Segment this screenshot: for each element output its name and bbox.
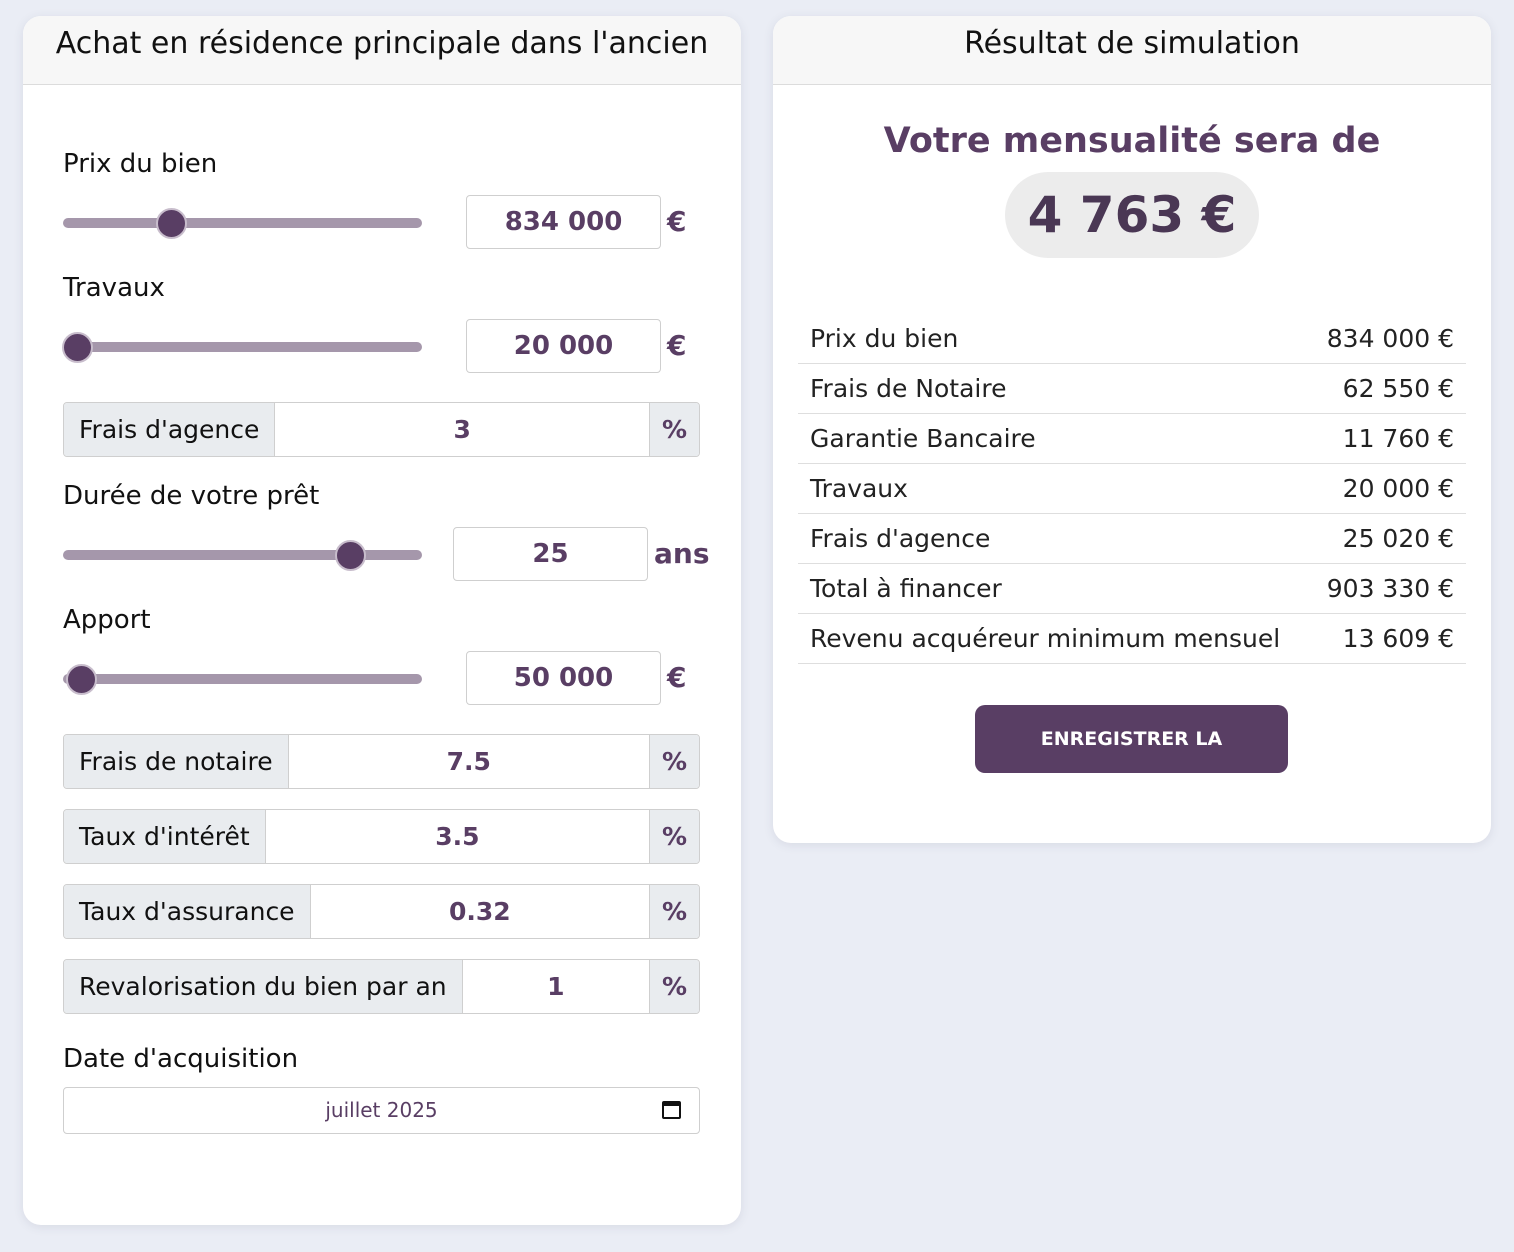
prix-bien-slider-thumb[interactable] [155, 208, 187, 239]
taux-interet-unit: % [649, 810, 699, 863]
travaux-unit: € [667, 329, 687, 362]
summary-row-value: 25 020 € [1342, 524, 1454, 553]
save-simulation-button[interactable]: ENREGISTRER LA SIMULATION [975, 705, 1288, 818]
summary-row-label: Frais de Notaire [810, 374, 1007, 403]
summary-row-value: 20 000 € [1342, 474, 1454, 503]
summary-row-label: Prix du bien [810, 324, 959, 353]
apport-unit: € [667, 661, 687, 694]
revalorisation-unit: % [649, 960, 699, 1013]
taux-interet-group: Taux d'intérêt 3.5 % [63, 809, 700, 864]
taux-assurance-unit: % [649, 885, 699, 938]
summary-row: Travaux 20 000 € [798, 464, 1466, 514]
date-acquisition-label: Date d'acquisition [63, 1044, 299, 1074]
frais-agence-label: Frais d'agence [64, 403, 276, 456]
travaux-label: Travaux [63, 273, 165, 303]
prix-bien-input[interactable]: 834 000 [466, 195, 661, 249]
simulation-result-card: Résultat de simulation Votre mensualité … [773, 16, 1491, 843]
travaux-input[interactable]: 20 000 [466, 319, 661, 373]
monthly-headline: Votre mensualité sera de [883, 121, 1381, 161]
summary-row: Revenu acquéreur minimum mensuel 13 609 € [798, 614, 1466, 664]
summary-row-value: 62 550 € [1342, 374, 1454, 403]
summary-row: Garantie Bancaire 11 760 € [798, 414, 1466, 464]
travaux-slider[interactable] [62, 332, 422, 363]
summary-row-label: Frais d'agence [810, 524, 991, 553]
summary-row-label: Travaux [810, 474, 908, 503]
frais-agence-group: Frais d'agence 3 % [63, 402, 700, 457]
apport-slider-thumb[interactable] [65, 664, 97, 695]
frais-notaire-group: Frais de notaire 7.5 % [63, 734, 700, 789]
revalorisation-group: Revalorisation du bien par an 1 % [63, 959, 700, 1014]
duree-unit: ans [654, 537, 710, 570]
summary-row: Frais de Notaire 62 550 € [798, 364, 1466, 414]
summary-row: Prix du bien 834 000 € [798, 314, 1466, 364]
duree-slider-thumb[interactable] [335, 540, 367, 571]
date-acquisition-value: juillet 2025 [325, 1098, 438, 1122]
taux-interet-input[interactable]: 3.5 [266, 810, 649, 863]
travaux-slider-thumb[interactable] [62, 332, 94, 363]
taux-assurance-label: Taux d'assurance [64, 885, 311, 938]
prix-bien-label: Prix du bien [63, 149, 218, 179]
summary-row-value: 903 330 € [1326, 574, 1454, 603]
apport-label: Apport [63, 605, 151, 635]
summary-row-label: Revenu acquéreur minimum mensuel [810, 624, 1281, 653]
summary-row-value: 13 609 € [1342, 624, 1454, 653]
summary-row-value: 11 760 € [1342, 424, 1454, 453]
frais-notaire-unit: % [649, 735, 699, 788]
frais-agence-unit: % [649, 403, 699, 456]
apport-input[interactable]: 50 000 [466, 651, 661, 705]
summary-row: Total à financer 903 330 € [798, 564, 1466, 614]
summary-row-label: Garantie Bancaire [810, 424, 1036, 453]
simulation-form-card: Achat en résidence principale dans l'anc… [23, 16, 741, 1225]
apport-slider[interactable] [63, 664, 422, 695]
frais-notaire-input[interactable]: 7.5 [289, 735, 649, 788]
summary-row: Frais d'agence 25 020 € [798, 514, 1466, 564]
revalorisation-input[interactable]: 1 [463, 960, 649, 1013]
duree-label: Durée de votre prêt [63, 481, 320, 511]
revalorisation-label: Revalorisation du bien par an [64, 960, 463, 1013]
duree-slider[interactable] [63, 540, 422, 571]
date-acquisition-input[interactable]: juillet 2025 [63, 1087, 700, 1134]
prix-bien-unit: € [667, 205, 687, 238]
result-title: Résultat de simulation [773, 16, 1491, 85]
summary-table: Prix du bien 834 000 € Frais de Notaire 62 … [798, 314, 1466, 664]
taux-interet-label: Taux d'intérêt [64, 810, 266, 863]
taux-assurance-group: Taux d'assurance 0.32 % [63, 884, 700, 939]
frais-notaire-label: Frais de notaire [64, 735, 289, 788]
monthly-amount-badge: 4 763 € [1005, 172, 1259, 258]
summary-row-label: Total à financer [810, 574, 1002, 603]
prix-bien-slider[interactable] [63, 208, 422, 239]
calendar-icon[interactable] [662, 1101, 681, 1119]
frais-agence-input[interactable]: 3 [275, 403, 649, 456]
summary-row-value: 834 000 € [1326, 324, 1454, 353]
form-title: Achat en résidence principale dans l'anc… [23, 16, 741, 85]
duree-input[interactable]: 25 [453, 527, 648, 581]
taux-assurance-input[interactable]: 0.32 [311, 885, 649, 938]
